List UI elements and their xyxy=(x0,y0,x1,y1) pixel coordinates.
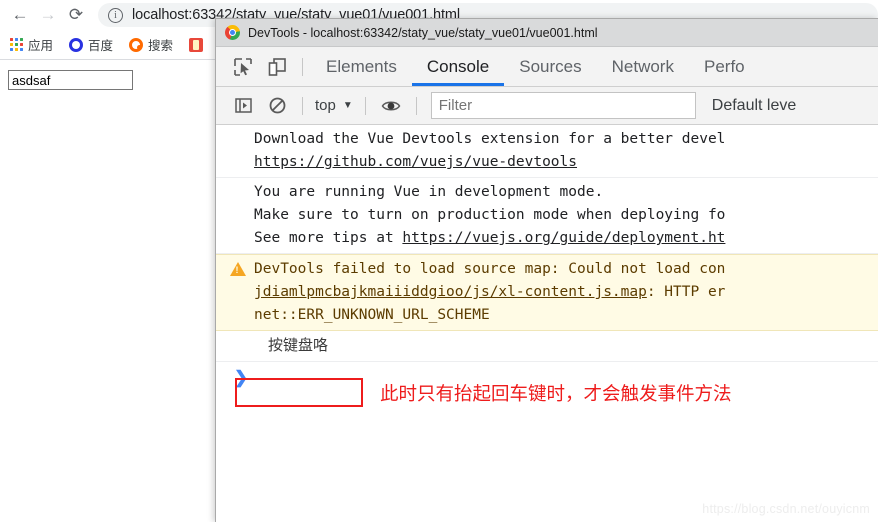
source-map-link[interactable]: jdiamlpmcbajkmaiiiddgioo/js/xl-content.j… xyxy=(254,284,647,300)
back-button[interactable]: ← xyxy=(6,1,34,29)
console-sidebar-icon[interactable] xyxy=(226,89,260,123)
warning-triangle-icon xyxy=(230,262,246,276)
device-toolbar-icon[interactable] xyxy=(260,50,294,84)
red-bookmark-icon xyxy=(189,37,204,52)
console-divider-2 xyxy=(364,96,366,115)
inspect-element-icon[interactable] xyxy=(226,50,260,84)
bookmark-apps[interactable]: 应用 xyxy=(10,35,53,54)
apps-grid-icon xyxy=(10,38,23,51)
execution-context-label: top xyxy=(315,97,336,114)
chevron-down-icon: ▼ xyxy=(342,100,353,111)
live-expression-icon[interactable] xyxy=(374,89,408,123)
console-divider-3 xyxy=(415,96,417,115)
dev-mode-line-1: You are running Vue in development mode. xyxy=(254,184,604,200)
console-message-vue-devtools: Download the Vue Devtools extension for … xyxy=(216,125,878,178)
bookmark-search-label: 搜索 xyxy=(148,39,174,53)
toolbar-divider xyxy=(302,57,303,76)
vue-deployment-link[interactable]: https://vuejs.org/guide/deployment.ht xyxy=(402,230,725,246)
console-message-source-map-warning: DevTools failed to load source map: Coul… xyxy=(216,254,878,331)
clear-console-icon[interactable] xyxy=(260,89,294,123)
message-text: Download the Vue Devtools extension for … xyxy=(254,131,726,147)
dev-mode-line-3-prefix: See more tips at xyxy=(254,230,403,246)
console-message-list[interactable]: Download the Vue Devtools extension for … xyxy=(216,125,878,522)
search-ring-icon xyxy=(129,37,144,52)
console-toolbar: top ▼ Default leve xyxy=(216,87,878,125)
devtools-title: DevTools - localhost:63342/staty_vue/sta… xyxy=(248,25,598,40)
keyup-text-input[interactable] xyxy=(8,70,133,90)
console-prompt-arrow-icon: ❯ xyxy=(234,368,249,387)
devtools-window: DevTools - localhost:63342/staty_vue/sta… xyxy=(215,18,878,522)
bookmark-extra[interactable] xyxy=(189,37,208,52)
warning-line-3: net::ERR_UNKNOWN_URL_SCHEME xyxy=(254,307,490,323)
watermark: https://blog.csdn.net/ouyicnm xyxy=(702,502,870,516)
forward-button[interactable]: → xyxy=(34,1,62,29)
vue-devtools-link[interactable]: https://github.com/vuejs/vue-devtools xyxy=(254,154,577,170)
tab-sources[interactable]: Sources xyxy=(504,47,596,86)
execution-context-dropdown[interactable]: top ▼ xyxy=(311,97,357,114)
devtools-tabbar: Elements Console Sources Network Perfo xyxy=(216,47,878,87)
console-message-dev-mode: You are running Vue in development mode.… xyxy=(216,178,878,254)
warning-line-1: DevTools failed to load source map: Coul… xyxy=(254,261,726,277)
bookmark-search[interactable]: 搜索 xyxy=(129,35,173,54)
console-divider-1 xyxy=(302,96,303,115)
bookmark-baidu-label: 百度 xyxy=(88,39,114,53)
tab-network[interactable]: Network xyxy=(597,47,689,86)
site-info-icon[interactable]: i xyxy=(108,7,123,23)
user-log-text: 按键盘咯 xyxy=(268,337,329,354)
tab-elements[interactable]: Elements xyxy=(311,47,412,86)
warning-line-2-suffix: : HTTP er xyxy=(646,284,726,300)
console-message-user-log: 按键盘咯 xyxy=(216,331,878,362)
log-level-dropdown[interactable]: Default leve xyxy=(712,97,797,115)
annotation-red-text: 此时只有抬起回车键时，才会触发事件方法 xyxy=(380,383,732,404)
dev-mode-line-2: Make sure to turn on production mode whe… xyxy=(254,207,726,223)
console-filter-input[interactable] xyxy=(430,92,696,119)
reload-button[interactable]: ⟳ xyxy=(62,1,90,29)
bookmark-baidu[interactable]: 百度 xyxy=(69,35,113,54)
bookmark-apps-label: 应用 xyxy=(28,39,54,53)
baidu-paw-icon xyxy=(69,37,84,52)
devtools-titlebar: DevTools - localhost:63342/staty_vue/sta… xyxy=(216,19,878,47)
tab-console[interactable]: Console xyxy=(412,47,504,86)
chrome-logo-icon xyxy=(225,25,240,40)
tab-performance[interactable]: Perfo xyxy=(689,47,760,86)
